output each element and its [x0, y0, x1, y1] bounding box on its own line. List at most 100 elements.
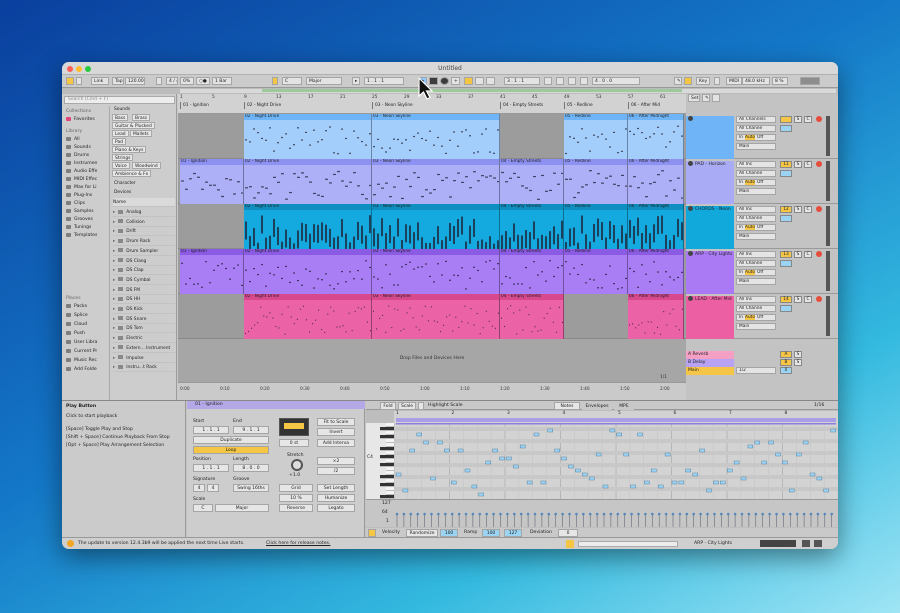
scene-marker[interactable]: 06 - After Mid [628, 102, 684, 109]
tag-mallets[interactable]: Mallets [130, 130, 152, 137]
velocity-marker[interactable] [416, 512, 419, 516]
input-type-select[interactable]: All Ins [736, 206, 776, 213]
velocity-marker[interactable] [444, 512, 447, 516]
cue-button[interactable]: C [804, 116, 812, 123]
midi-note[interactable] [637, 432, 643, 437]
velocity-marker[interactable] [402, 512, 406, 516]
midi-note[interactable] [492, 448, 498, 453]
velocity-marker[interactable] [692, 512, 695, 516]
output-select[interactable]: Main [736, 233, 776, 240]
velocity-marker[interactable] [575, 512, 578, 516]
monitor-switch[interactable]: In Auto Off [736, 179, 776, 186]
track-name-cell[interactable]: PAD - Horizon [686, 161, 734, 204]
arm-button[interactable] [816, 296, 822, 302]
velocity-marker[interactable] [437, 512, 440, 516]
track-name-cell[interactable]: ARP - City Lights [686, 251, 734, 294]
signature-field[interactable]: 4 / 4 [166, 77, 178, 85]
devices-filter-label[interactable]: Devices [112, 189, 134, 196]
input-type-select[interactable]: All Ins [736, 296, 776, 303]
velocity-marker[interactable] [588, 512, 592, 516]
expand-arrow-icon[interactable]: ▸ [113, 336, 115, 341]
track-header[interactable]: PAD - Horizon All Ins All Channe In Auto Off M… [686, 159, 838, 204]
solo-button[interactable]: S [794, 206, 802, 213]
track-header[interactable]: CHORDS - Neon All Ins All Channe In Auto Off M… [686, 204, 838, 249]
tag-piano[interactable]: Piano & Keys [112, 146, 147, 153]
monitor-auto[interactable]: Auto [745, 270, 755, 275]
midi-note[interactable] [395, 472, 402, 477]
master-out-select[interactable]: 1/2 [736, 367, 776, 374]
name-column-header[interactable]: Name [113, 198, 175, 207]
tap-tempo-button[interactable]: Tap [112, 77, 124, 85]
browser-search-input[interactable]: Search (Cmd + F) [64, 96, 175, 104]
tag-lead[interactable]: Lead [112, 130, 129, 137]
midi-note[interactable] [658, 484, 664, 489]
sounds-filter-label[interactable]: Sounds [112, 106, 133, 113]
input-type-select[interactable]: All Ins [736, 161, 776, 168]
scale-name-select[interactable]: Major [215, 504, 269, 512]
place-item[interactable]: Packs [66, 303, 87, 310]
velocity-marker[interactable] [395, 512, 399, 516]
overview-icon[interactable] [66, 77, 74, 85]
library-item[interactable]: Plug-Ins [66, 192, 92, 199]
monitor-off[interactable]: Off [757, 315, 763, 320]
grid-select[interactable]: Grid [279, 484, 313, 492]
velocity-marker[interactable] [478, 512, 482, 516]
midi-note[interactable] [588, 476, 595, 481]
detail-toggle-icon[interactable] [814, 540, 822, 547]
midi-note[interactable] [513, 464, 519, 469]
sig-num-field[interactable]: 4 [193, 484, 205, 492]
velocity-marker[interactable] [733, 512, 737, 516]
midi-note[interactable] [706, 488, 712, 493]
velocity-marker[interactable] [409, 512, 413, 516]
place-item[interactable]: Music Rec [66, 357, 97, 364]
velocity-marker[interactable] [699, 512, 702, 516]
velocity-field[interactable]: 100 [440, 529, 458, 537]
track-number[interactable]: 12 [780, 206, 792, 213]
midi-note[interactable] [423, 440, 429, 445]
humanize-button[interactable]: Humanize [317, 494, 355, 502]
midi-note[interactable] [575, 468, 581, 473]
track-name-cell[interactable]: CHORDS - Neon [686, 206, 734, 249]
tag-ambience[interactable]: Ambience & Fx [112, 170, 152, 177]
expand-arrow-icon[interactable]: ▸ [113, 288, 115, 293]
velocity-marker[interactable] [644, 512, 647, 516]
transpose-field[interactable]: 0 st [279, 439, 309, 447]
monitor-auto[interactable]: Auto [745, 180, 755, 185]
midi-note[interactable] [533, 432, 540, 437]
velocity-marker[interactable] [519, 512, 523, 516]
midi-note[interactable] [554, 448, 560, 453]
double-button[interactable]: ×2 [317, 457, 355, 465]
volume-field[interactable] [780, 260, 792, 267]
midi-note[interactable] [713, 480, 719, 485]
velocity-marker[interactable] [713, 512, 716, 516]
input-channel-select[interactable]: All Channe [736, 260, 776, 267]
volume-field[interactable] [780, 215, 792, 222]
volume-field[interactable] [780, 125, 792, 132]
browser-file-item[interactable]: ▸ DS Clap [113, 266, 175, 276]
velocity-marker[interactable] [602, 512, 606, 516]
arrangement-clip[interactable]: 04 - Empty Streets [500, 159, 564, 204]
deviation-field[interactable]: 0 [558, 529, 578, 537]
end-field[interactable]: 9 . 1 . 1 [233, 426, 269, 434]
arrangement-clip[interactable]: 05 - Redline [564, 204, 628, 249]
midi-note[interactable] [644, 480, 650, 485]
tag-voice[interactable]: Voice [112, 162, 130, 169]
monitor-switch[interactable]: In Auto Off [736, 269, 776, 276]
scale-root-select[interactable]: C [193, 504, 213, 512]
track-activator-icon[interactable] [688, 296, 693, 301]
midi-note[interactable] [630, 484, 636, 489]
track-number[interactable]: 14 [780, 296, 792, 303]
library-item[interactable]: Clips [66, 200, 85, 207]
midi-note[interactable] [451, 480, 457, 485]
tab-notes[interactable]: Notes [554, 402, 580, 410]
midi-note[interactable] [809, 472, 816, 477]
midi-note[interactable] [720, 480, 726, 485]
quantization-menu[interactable]: 1 Bar [212, 77, 232, 85]
computer-keyboard-icon[interactable] [714, 77, 720, 85]
velocity-toggle-icon[interactable] [368, 529, 376, 537]
track-name-cell[interactable]: LEAD - After Mid [686, 296, 734, 339]
midi-note[interactable] [768, 440, 774, 445]
velocity-marker[interactable] [775, 512, 778, 516]
velocity-marker[interactable] [671, 512, 675, 516]
midi-note[interactable] [685, 468, 691, 473]
